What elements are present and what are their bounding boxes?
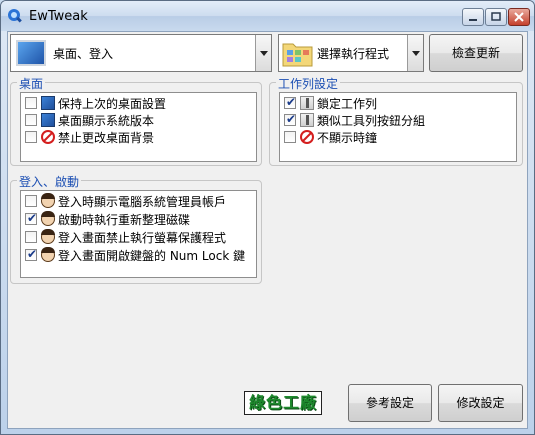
- checkbox[interactable]: [25, 97, 37, 109]
- option-label: 桌面顯示系統版本: [58, 114, 155, 128]
- user-icon: [41, 229, 55, 244]
- checkbox[interactable]: [25, 114, 37, 126]
- checkbox[interactable]: [25, 195, 37, 207]
- option-label: 類似工具列按鈕分組: [317, 114, 426, 128]
- checkmark-icon: ✔: [286, 95, 297, 109]
- option-label: 不顯示時鐘: [317, 131, 378, 145]
- checkmark-icon: ✔: [27, 247, 38, 261]
- program-select[interactable]: 選擇執行程式: [278, 34, 424, 72]
- app-icon: [8, 9, 22, 23]
- reference-settings-label: 參考設定: [365, 396, 414, 410]
- list-item[interactable]: 登入時顯示電腦系統管理員帳戶: [25, 193, 255, 209]
- list-item[interactable]: ✔ 鎖定工作列: [284, 95, 514, 111]
- user-icon: [41, 193, 55, 208]
- checkbox[interactable]: [25, 131, 37, 143]
- list-item[interactable]: 禁止更改桌面背景: [25, 129, 255, 145]
- minimize-icon: [469, 19, 477, 21]
- category-select[interactable]: 桌面、登入: [10, 34, 272, 72]
- maximize-button[interactable]: [485, 8, 507, 26]
- checkbox[interactable]: [284, 131, 296, 143]
- close-button[interactable]: [508, 8, 530, 26]
- checkbox[interactable]: ✔: [284, 95, 297, 109]
- reference-settings-button[interactable]: 參考設定: [348, 384, 432, 422]
- check-update-button[interactable]: 檢查更新: [429, 34, 523, 72]
- no-entry-icon: [300, 130, 314, 144]
- program-select-value: 選擇執行程式: [317, 47, 390, 61]
- login-group-title: 登入、啟動: [17, 173, 82, 190]
- client-area: 桌面、登入 選擇執行程式 檢查更新 桌面 保持上次的桌面設置 桌面顯示系統版本 …: [7, 31, 528, 429]
- option-label: 登入畫面開啟鍵盤的 Num Lock 鍵: [58, 249, 246, 263]
- desktop-icon: [41, 113, 55, 127]
- category-dropdown-button[interactable]: [255, 35, 271, 71]
- list-item[interactable]: ✔ 啟動時執行重新整理磁碟: [25, 211, 255, 227]
- checkbox[interactable]: ✔: [25, 211, 38, 225]
- user-icon: [41, 211, 55, 226]
- list-item[interactable]: ✔ 類似工具列按鈕分組: [284, 112, 514, 128]
- logo-text: 綠色工廠: [249, 393, 318, 412]
- desktop-icon: [41, 96, 55, 110]
- category-select-value: 桌面、登入: [53, 47, 114, 61]
- checkbox[interactable]: [25, 231, 37, 243]
- list-item[interactable]: 不顯示時鐘: [284, 129, 514, 145]
- app-window: EwTweak 桌面、登入 選擇執行程式 檢查更新 桌面 保持上次的桌面設置 桌…: [0, 0, 535, 435]
- window-title: EwTweak: [29, 9, 88, 24]
- option-label: 登入畫面禁止執行螢幕保護程式: [58, 231, 227, 245]
- option-label: 鎖定工作列: [317, 97, 378, 111]
- checkmark-icon: ✔: [286, 112, 297, 126]
- minimize-button[interactable]: [462, 8, 484, 26]
- checkmark-icon: ✔: [27, 211, 38, 225]
- no-entry-icon: [41, 130, 55, 144]
- desktop-icon: [16, 40, 46, 66]
- option-label: 啟動時執行重新整理磁碟: [58, 213, 191, 227]
- programs-folder-icon: [282, 43, 313, 67]
- check-update-label: 檢查更新: [451, 46, 500, 60]
- title-bar[interactable]: EwTweak: [1, 1, 534, 31]
- user-icon: [41, 247, 55, 262]
- login-options-list: 登入時顯示電腦系統管理員帳戶 ✔ 啟動時執行重新整理磁碟 登入畫面禁止執行螢幕保…: [20, 190, 257, 278]
- option-label: 禁止更改桌面背景: [58, 131, 155, 145]
- taskbar-options-list: ✔ 鎖定工作列 ✔ 類似工具列按鈕分組 不顯示時鐘: [279, 92, 517, 162]
- list-item[interactable]: 登入畫面禁止執行螢幕保護程式: [25, 229, 255, 245]
- green-factory-logo: 綠色工廠: [244, 391, 323, 415]
- checkbox[interactable]: ✔: [284, 112, 297, 126]
- taskbar-group: 工作列設定 ✔ 鎖定工作列 ✔ 類似工具列按鈕分組 不顯示時鐘: [269, 75, 523, 166]
- apply-settings-label: 修改設定: [456, 396, 505, 410]
- maximize-icon: [491, 12, 501, 21]
- close-icon: [514, 12, 524, 22]
- list-item[interactable]: 保持上次的桌面設置: [25, 95, 255, 111]
- login-group: 登入、啟動 登入時顯示電腦系統管理員帳戶 ✔ 啟動時執行重新整理磁碟 登入畫面禁…: [10, 173, 262, 284]
- desktop-group-title: 桌面: [17, 75, 46, 92]
- desktop-group: 桌面 保持上次的桌面設置 桌面顯示系統版本 禁止更改桌面背景: [10, 75, 262, 166]
- checkbox[interactable]: ✔: [25, 247, 38, 261]
- taskbar-icon: [300, 96, 314, 110]
- chevron-down-icon: [412, 51, 420, 56]
- option-label: 保持上次的桌面設置: [58, 97, 167, 111]
- taskbar-group-title: 工作列設定: [276, 75, 341, 92]
- desktop-options-list: 保持上次的桌面設置 桌面顯示系統版本 禁止更改桌面背景: [20, 92, 257, 162]
- list-item[interactable]: 桌面顯示系統版本: [25, 112, 255, 128]
- chevron-down-icon: [260, 51, 268, 56]
- taskbar-icon: [300, 113, 314, 127]
- program-dropdown-button[interactable]: [407, 35, 423, 71]
- option-label: 登入時顯示電腦系統管理員帳戶: [58, 195, 227, 209]
- apply-settings-button[interactable]: 修改設定: [438, 384, 523, 422]
- list-item[interactable]: ✔ 登入畫面開啟鍵盤的 Num Lock 鍵: [25, 247, 255, 263]
